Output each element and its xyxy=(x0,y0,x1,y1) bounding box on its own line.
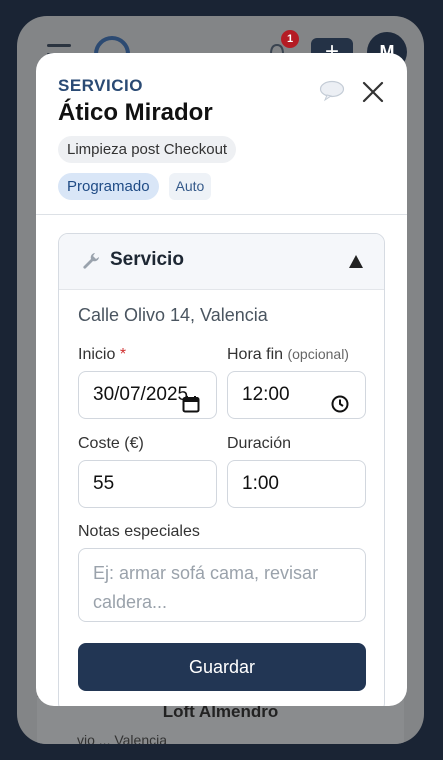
end-label: Hora fin (opcional) xyxy=(227,346,349,364)
chat-bubble-icon[interactable] xyxy=(319,80,345,102)
cost-value: 55 xyxy=(93,473,115,494)
end-label-text: Hora fin xyxy=(227,346,284,363)
end-time-value: 12:00 xyxy=(242,384,290,405)
clock-icon[interactable] xyxy=(331,385,349,413)
service-type-chip: Limpieza post Checkout xyxy=(58,136,237,163)
cost-input[interactable]: 55 xyxy=(78,460,217,508)
status-badge-programado: Programado xyxy=(58,173,159,200)
modal-header: SERVICIO Ático Mirador Limpieza post Che… xyxy=(36,53,407,215)
cost-label: Coste (€) xyxy=(78,435,144,452)
wrench-icon xyxy=(81,251,101,271)
service-section: Servicio Calle Olivo 14, Valencia Inicio… xyxy=(58,233,385,706)
start-date-value: 30/07/2025 xyxy=(93,384,189,405)
calendar-icon[interactable] xyxy=(182,385,200,413)
service-section-header[interactable]: Servicio xyxy=(59,234,384,290)
notification-badge: 1 xyxy=(281,30,299,48)
service-modal: SERVICIO Ático Mirador Limpieza post Che… xyxy=(36,53,407,706)
save-button[interactable]: Guardar xyxy=(78,643,366,691)
status-badge-auto: Auto xyxy=(168,173,212,200)
duration-input[interactable]: 1:00 xyxy=(227,460,366,508)
status-tags: Programado Auto xyxy=(58,173,385,200)
start-label: Inicio * xyxy=(78,346,126,364)
service-address: Calle Olivo 14, Valencia xyxy=(78,305,268,325)
start-date-input[interactable]: 30/07/2025 xyxy=(78,371,217,419)
required-marker: * xyxy=(119,346,127,363)
notes-textarea[interactable]: Ej: armar sofá cama, revisar caldera... xyxy=(78,548,366,622)
close-icon[interactable] xyxy=(362,81,384,103)
collapse-up-icon[interactable] xyxy=(349,255,363,268)
background-card-subtitle: vio ... Valencia xyxy=(77,732,168,744)
duration-label: Duración xyxy=(227,435,292,452)
notes-placeholder: Ej: armar sofá cama, revisar caldera... xyxy=(93,563,319,612)
optional-marker: (opcional) xyxy=(287,346,349,362)
notes-label: Notas especiales xyxy=(78,523,200,540)
section-title: Servicio xyxy=(110,249,184,270)
duration-value: 1:00 xyxy=(242,473,279,494)
start-label-text: Inicio xyxy=(78,346,116,363)
end-time-input[interactable]: 12:00 xyxy=(227,371,366,419)
modal-title: Ático Mirador xyxy=(58,99,213,126)
